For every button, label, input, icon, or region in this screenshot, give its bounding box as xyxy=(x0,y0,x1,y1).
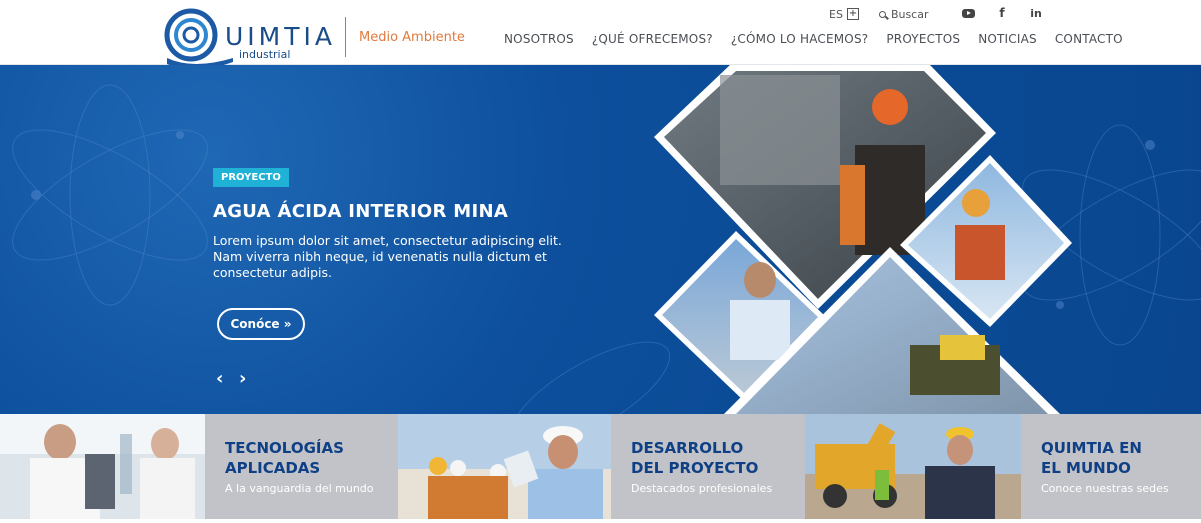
feature-title-line: TECNOLOGÍAS xyxy=(225,439,344,457)
feature-card-tecnologias[interactable]: TECNOLOGÍAS APLICADAS A la vanguardia de… xyxy=(205,414,398,519)
feature-band: TECNOLOGÍAS APLICADAS A la vanguardia de… xyxy=(0,414,1201,523)
hero-description: Lorem ipsum dolor sit amet, consectetur … xyxy=(213,233,562,280)
feature-card-desarrollo[interactable]: DESARROLLO DEL PROYECTO Destacados profe… xyxy=(611,414,805,519)
plus-icon[interactable]: + xyxy=(846,8,859,20)
nav-item-contacto[interactable]: CONTACTO xyxy=(1055,32,1123,46)
top-bar: ES + Buscar xyxy=(829,6,929,22)
logo-subtitle: industrial xyxy=(239,48,291,61)
search-icon xyxy=(878,10,886,18)
feature-title-line: DEL PROYECTO xyxy=(631,459,759,477)
feature-title: QUIMTIA EN EL MUNDO xyxy=(1041,438,1201,478)
next-slide-icon[interactable]: › xyxy=(239,368,253,390)
logo-wordmark: UIMTIA xyxy=(225,22,336,51)
feature-title: TECNOLOGÍAS APLICADAS xyxy=(225,438,405,478)
prev-slide-icon[interactable]: ‹ xyxy=(216,368,230,390)
youtube-icon[interactable] xyxy=(960,5,976,21)
nav-item-proyectos[interactable]: PROYECTOS xyxy=(886,32,960,46)
feature-photo-engineers[interactable] xyxy=(398,414,611,519)
social-links: f in xyxy=(960,5,1044,21)
feature-title-line: EL MUNDO xyxy=(1041,459,1131,477)
cta-button[interactable]: Conóce » xyxy=(217,308,305,340)
main-nav: NOSOTROS ¿QUÉ OFRECEMOS? ¿CÓMO LO HACEMO… xyxy=(504,32,1123,46)
feature-title-line: APLICADAS xyxy=(225,459,321,477)
hero-photo-mosaic xyxy=(654,65,1072,414)
feature-subtitle: Conoce nuestras sedes xyxy=(1041,482,1169,495)
feature-card-quimtia-mundo[interactable]: QUIMTIA EN EL MUNDO Conoce nuestras sede… xyxy=(1021,414,1201,519)
hero-slider: PROYECTO AGUA ÁCIDA INTERIOR MINA Lorem … xyxy=(0,65,1201,414)
nav-item-que-ofrecemos[interactable]: ¿QUÉ OFRECEMOS? xyxy=(592,32,713,46)
language-selector[interactable]: ES + xyxy=(829,8,859,21)
feature-subtitle: Destacados profesionales xyxy=(631,482,773,495)
feature-photo-construction[interactable] xyxy=(805,414,1021,519)
feature-photo-laboratory[interactable] xyxy=(0,414,205,519)
facebook-icon[interactable]: f xyxy=(994,5,1010,21)
hero-title: AGUA ÁCIDA INTERIOR MINA xyxy=(213,201,509,222)
nav-item-noticias[interactable]: NOTICIAS xyxy=(978,32,1037,46)
search-field[interactable]: Buscar xyxy=(878,7,929,21)
feature-title: DESARROLLO DEL PROYECTO xyxy=(631,438,811,478)
language-code: ES xyxy=(829,7,843,21)
site-header: UIMTIA industrial Medio Ambiente ES + Bu… xyxy=(0,0,1201,70)
feature-title-line: DESARROLLO xyxy=(631,439,744,457)
nav-item-como-lo-hacemos[interactable]: ¿CÓMO LO HACEMOS? xyxy=(731,32,869,46)
nav-item-nosotros[interactable]: NOSOTROS xyxy=(504,32,574,46)
project-badge: PROYECTO xyxy=(213,168,289,187)
linkedin-icon[interactable]: in xyxy=(1028,5,1044,21)
feature-subtitle: A la vanguardia del mundo xyxy=(225,482,374,495)
search-placeholder: Buscar xyxy=(890,7,929,21)
tagline: Medio Ambiente xyxy=(359,30,465,45)
feature-title-line: QUIMTIA EN xyxy=(1041,439,1142,457)
logo-divider xyxy=(345,17,346,57)
